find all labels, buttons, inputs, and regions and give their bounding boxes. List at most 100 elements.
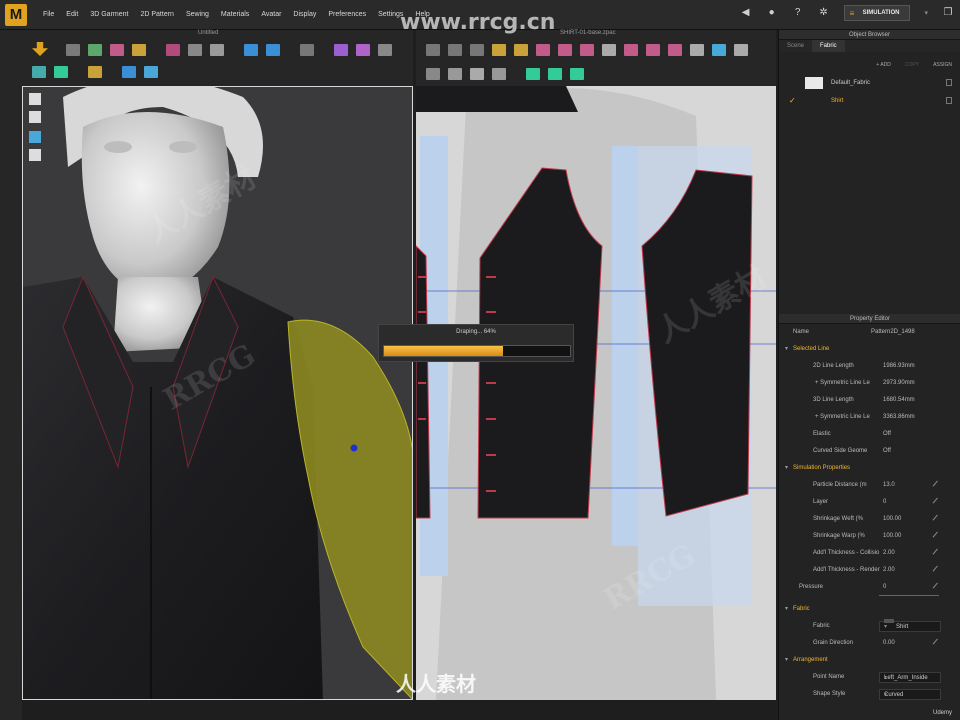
- edit-sewing-icon[interactable]: [470, 68, 484, 80]
- prop-value[interactable]: 2.00: [883, 562, 895, 579]
- graphic-icon[interactable]: [88, 66, 102, 78]
- prop-value[interactable]: 13.0: [883, 477, 895, 494]
- gear-icon[interactable]: ✲: [818, 7, 830, 19]
- texture-icon[interactable]: [54, 66, 68, 78]
- window-restore-icon[interactable]: ❐: [942, 7, 954, 19]
- tab-scene[interactable]: Scene: [779, 40, 812, 52]
- point-name-select[interactable]: Left_Arm_Inside ▾: [879, 672, 941, 683]
- select-tool-icon[interactable]: [66, 44, 80, 56]
- fabric-view-icon[interactable]: [144, 66, 158, 78]
- viewport-3d[interactable]: [22, 86, 413, 700]
- seam-allowance-icon[interactable]: [734, 44, 748, 56]
- lock-icon[interactable]: [946, 97, 952, 104]
- prop-value[interactable]: 3363.86mm: [883, 409, 915, 426]
- pressure-slider[interactable]: [879, 595, 939, 596]
- zipper-tool-icon[interactable]: [300, 44, 314, 56]
- garment-tool-icon[interactable]: [88, 44, 102, 56]
- prop-value[interactable]: 2.00: [883, 545, 895, 562]
- view-avatar-icon[interactable]: [29, 93, 41, 105]
- edit-icon[interactable]: [932, 497, 943, 508]
- menu-edit[interactable]: Edit: [60, 11, 84, 18]
- assign-button[interactable]: ASSIGN: [929, 60, 956, 70]
- edit-icon[interactable]: [932, 531, 943, 542]
- prop-value[interactable]: 100.00: [883, 511, 901, 528]
- fabric-icon[interactable]: [122, 66, 136, 78]
- section-fabric[interactable]: Fabric: [779, 601, 960, 618]
- prop-value[interactable]: 100.00: [883, 528, 901, 545]
- fabric-select[interactable]: Shirt ▾: [879, 619, 941, 632]
- edit-icon[interactable]: [932, 582, 943, 593]
- buttonhole-tool-icon[interactable]: [266, 44, 280, 56]
- view-face-icon[interactable]: [29, 149, 41, 161]
- list-item[interactable]: ✓ Shirt: [779, 92, 960, 110]
- chevron-down-icon[interactable]: ▾: [924, 9, 928, 17]
- edit-icon[interactable]: [932, 548, 943, 559]
- view-garment-icon[interactable]: [29, 131, 41, 143]
- toggle-curved-side[interactable]: Off: [883, 443, 891, 460]
- menu-preferences[interactable]: Preferences: [322, 11, 372, 18]
- menu-2d-pattern[interactable]: 2D Pattern: [134, 11, 179, 18]
- grain-icon[interactable]: [570, 68, 584, 80]
- edit-curvature-icon[interactable]: [492, 44, 506, 56]
- pressure-value[interactable]: 0: [883, 579, 886, 596]
- section-arrangement[interactable]: Arrangement: [779, 652, 960, 669]
- menu-sewing[interactable]: Sewing: [180, 11, 215, 18]
- edit-icon[interactable]: [932, 565, 943, 576]
- transform-icon[interactable]: [32, 66, 46, 78]
- menu-display[interactable]: Display: [287, 11, 322, 18]
- add-button[interactable]: + ADD: [872, 60, 895, 70]
- help-icon[interactable]: ?: [792, 7, 804, 19]
- section-simulation-properties[interactable]: Simulation Properties: [779, 460, 960, 477]
- segment-sewing-icon[interactable]: [426, 68, 440, 80]
- circle-icon[interactable]: [580, 44, 594, 56]
- internal-polygon-icon[interactable]: [602, 44, 616, 56]
- curve-point-icon[interactable]: [470, 44, 484, 56]
- brush-tool-icon[interactable]: [210, 44, 224, 56]
- edit-icon[interactable]: [932, 638, 943, 649]
- internal-rectangle-icon[interactable]: [624, 44, 638, 56]
- prop-value[interactable]: 0.00: [883, 635, 895, 652]
- check-sewing-icon[interactable]: [492, 68, 506, 80]
- measure-tool-icon[interactable]: [166, 44, 180, 56]
- menu-file[interactable]: File: [37, 11, 60, 18]
- simulation-button[interactable]: ≡ SIMULATION: [843, 5, 911, 21]
- avatar-pose-icon[interactable]: [378, 44, 392, 56]
- section-selected-line[interactable]: Selected Line: [779, 341, 960, 358]
- menu-3d-garment[interactable]: 3D Garment: [84, 11, 134, 18]
- view-body-icon[interactable]: [29, 111, 41, 123]
- prop-value[interactable]: 0: [883, 494, 886, 511]
- tab-fabric[interactable]: Fabric: [812, 40, 845, 52]
- internal-circle-icon[interactable]: [646, 44, 660, 56]
- edit-icon[interactable]: [932, 480, 943, 491]
- prop-value[interactable]: 1986.93mm: [883, 358, 915, 375]
- menu-materials[interactable]: Materials: [215, 11, 255, 18]
- lock-icon[interactable]: [946, 79, 952, 86]
- tack-tool-icon[interactable]: [188, 44, 202, 56]
- list-item[interactable]: Default_Fabric: [779, 74, 960, 92]
- user-icon[interactable]: ●: [766, 7, 778, 19]
- sound-icon[interactable]: ◀: [740, 7, 752, 19]
- dart-icon[interactable]: [668, 44, 682, 56]
- notch-icon[interactable]: [712, 44, 726, 56]
- button-tool-icon[interactable]: [244, 44, 258, 56]
- prop-value[interactable]: 1680.54mm: [883, 392, 915, 409]
- pattern-select-icon[interactable]: [426, 44, 440, 56]
- add-point-icon[interactable]: [514, 44, 528, 56]
- avatar-measure-icon[interactable]: [334, 44, 348, 56]
- free-sewing-icon[interactable]: [448, 68, 462, 80]
- prop-value[interactable]: Pattern2D_1498: [871, 324, 915, 341]
- toggle-elastic[interactable]: Off: [883, 426, 891, 443]
- pin-tool-icon[interactable]: [110, 44, 124, 56]
- copy-button[interactable]: COPY: [901, 60, 923, 70]
- trace-icon[interactable]: [690, 44, 704, 56]
- edit-point-icon[interactable]: [448, 44, 462, 56]
- texture-2d-icon[interactable]: [526, 68, 540, 80]
- simulate-arrow-icon[interactable]: [32, 42, 48, 56]
- rectangle-icon[interactable]: [558, 44, 572, 56]
- viewport-2d[interactable]: [416, 86, 776, 700]
- polygon-icon[interactable]: [536, 44, 550, 56]
- menu-avatar[interactable]: Avatar: [255, 11, 287, 18]
- edit-icon[interactable]: [932, 514, 943, 525]
- graphic-2d-icon[interactable]: [548, 68, 562, 80]
- arrangement-icon[interactable]: [356, 44, 370, 56]
